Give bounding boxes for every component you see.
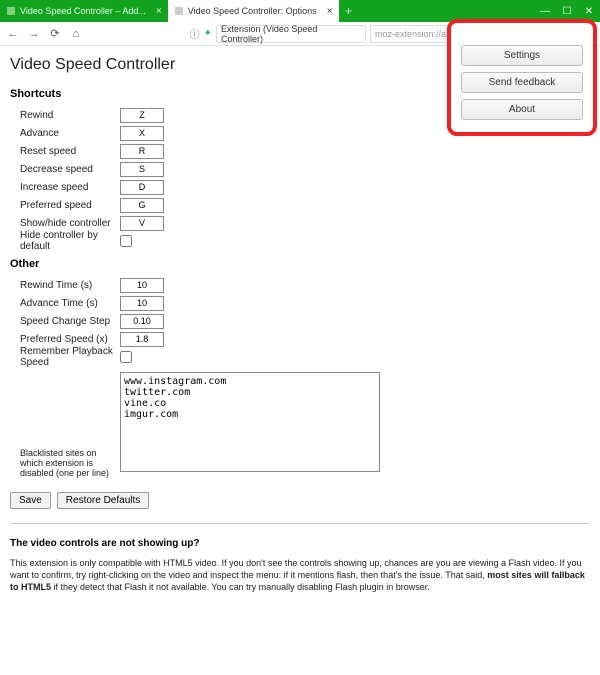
- new-tab-button[interactable]: +: [339, 0, 359, 22]
- preferred-key-input[interactable]: [120, 198, 164, 213]
- back-button[interactable]: ←: [4, 25, 22, 43]
- url-bar[interactable]: ⓘ ✦ Extension (Video Speed Controller) m…: [190, 25, 476, 43]
- tab-label: Video Speed Controller – Add...: [20, 6, 146, 16]
- label-blacklist: Blacklisted sites on which extension is …: [10, 372, 120, 478]
- faq-section: The video controls are not showing up? T…: [10, 538, 590, 593]
- rewind-key-input[interactable]: [120, 108, 164, 123]
- close-icon[interactable]: ×: [156, 6, 162, 17]
- restore-defaults-button[interactable]: Restore Defaults: [57, 492, 149, 509]
- reload-button[interactable]: ⟳: [46, 25, 64, 43]
- faq-question: The video controls are not showing up?: [10, 538, 590, 549]
- save-button[interactable]: Save: [10, 492, 51, 509]
- label-reset: Reset speed: [10, 146, 120, 157]
- other-heading: Other: [10, 258, 590, 270]
- showhide-key-input[interactable]: [120, 216, 164, 231]
- label-hide-default: Hide controller by default: [10, 230, 120, 252]
- browser-tab-options[interactable]: Video Speed Controller: Options ×: [168, 0, 339, 22]
- shortcuts-heading: Shortcuts: [10, 88, 590, 100]
- advance-key-input[interactable]: [120, 126, 164, 141]
- url-identity: Extension (Video Speed Controller): [216, 25, 366, 43]
- label-rewind: Rewind: [10, 110, 120, 121]
- label-preferred: Preferred speed: [10, 200, 120, 211]
- blacklist-textarea[interactable]: www.instagram.com twitter.com vine.co im…: [120, 372, 380, 472]
- label-remember: Remember Playback Speed: [10, 346, 120, 368]
- page-icon: [174, 6, 184, 16]
- faq-answer: This extension is only compatible with H…: [10, 557, 590, 593]
- remember-checkbox[interactable]: [120, 351, 132, 363]
- label-step: Speed Change Step: [10, 316, 120, 327]
- tab-label: Video Speed Controller: Options: [188, 6, 317, 16]
- label-rewind-time: Rewind Time (s): [10, 280, 120, 291]
- forward-button[interactable]: →: [25, 25, 43, 43]
- advance-time-input[interactable]: [120, 296, 164, 311]
- home-button[interactable]: ⌂: [67, 25, 85, 43]
- decrease-key-input[interactable]: [120, 162, 164, 177]
- puzzle-icon: [6, 6, 16, 16]
- options-page: Video Speed Controller Shortcuts Rewind …: [0, 46, 600, 603]
- label-advance-time: Advance Time (s): [10, 298, 120, 309]
- rewind-time-input[interactable]: [120, 278, 164, 293]
- hide-default-checkbox[interactable]: [120, 235, 132, 247]
- divider: [10, 523, 590, 524]
- label-showhide: Show/hide controller: [10, 218, 120, 229]
- page-title: Video Speed Controller: [10, 56, 590, 74]
- pref-speed-input[interactable]: [120, 332, 164, 347]
- increase-key-input[interactable]: [120, 180, 164, 195]
- extension-icon: ✦: [204, 28, 212, 39]
- close-icon[interactable]: ×: [327, 6, 333, 17]
- label-advance: Advance: [10, 128, 120, 139]
- step-input[interactable]: [120, 314, 164, 329]
- label-increase: Increase speed: [10, 182, 120, 193]
- info-icon[interactable]: ⓘ: [190, 26, 200, 41]
- reset-key-input[interactable]: [120, 144, 164, 159]
- label-decrease: Decrease speed: [10, 164, 120, 175]
- label-pref-speed: Preferred Speed (x): [10, 334, 120, 345]
- browser-tab-addon[interactable]: Video Speed Controller – Add... ×: [0, 0, 168, 22]
